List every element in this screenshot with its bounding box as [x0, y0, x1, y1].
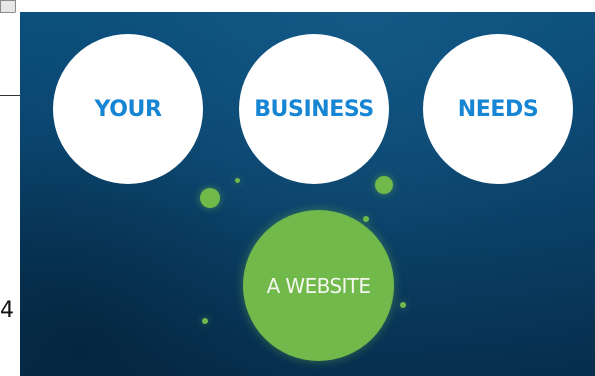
- window-control-icon[interactable]: [0, 0, 16, 13]
- green-dot-right-upper: [375, 176, 393, 194]
- document-page: 4 YOUR BUSINESS NEEDS A WEBSITE: [0, 0, 595, 376]
- needs-circle: NEEDS: [423, 34, 573, 184]
- green-dot-tiny-top: [235, 178, 240, 183]
- website-circle: A WEBSITE: [243, 210, 394, 361]
- website-label: A WEBSITE: [266, 273, 371, 298]
- green-dot-large-left: [200, 188, 220, 208]
- needs-label: NEEDS: [457, 96, 539, 122]
- business-label: BUSINESS: [254, 96, 374, 122]
- slide-canvas: YOUR BUSINESS NEEDS A WEBSITE: [20, 12, 595, 376]
- page-number: 4: [0, 298, 14, 323]
- green-dot-bottom-left: [202, 318, 208, 324]
- your-circle: YOUR: [53, 34, 203, 184]
- business-circle: BUSINESS: [239, 34, 389, 184]
- green-dot-right-lower: [400, 302, 406, 308]
- your-label: YOUR: [94, 96, 162, 122]
- margin-divider: [0, 95, 20, 96]
- green-dot-link: [363, 216, 369, 222]
